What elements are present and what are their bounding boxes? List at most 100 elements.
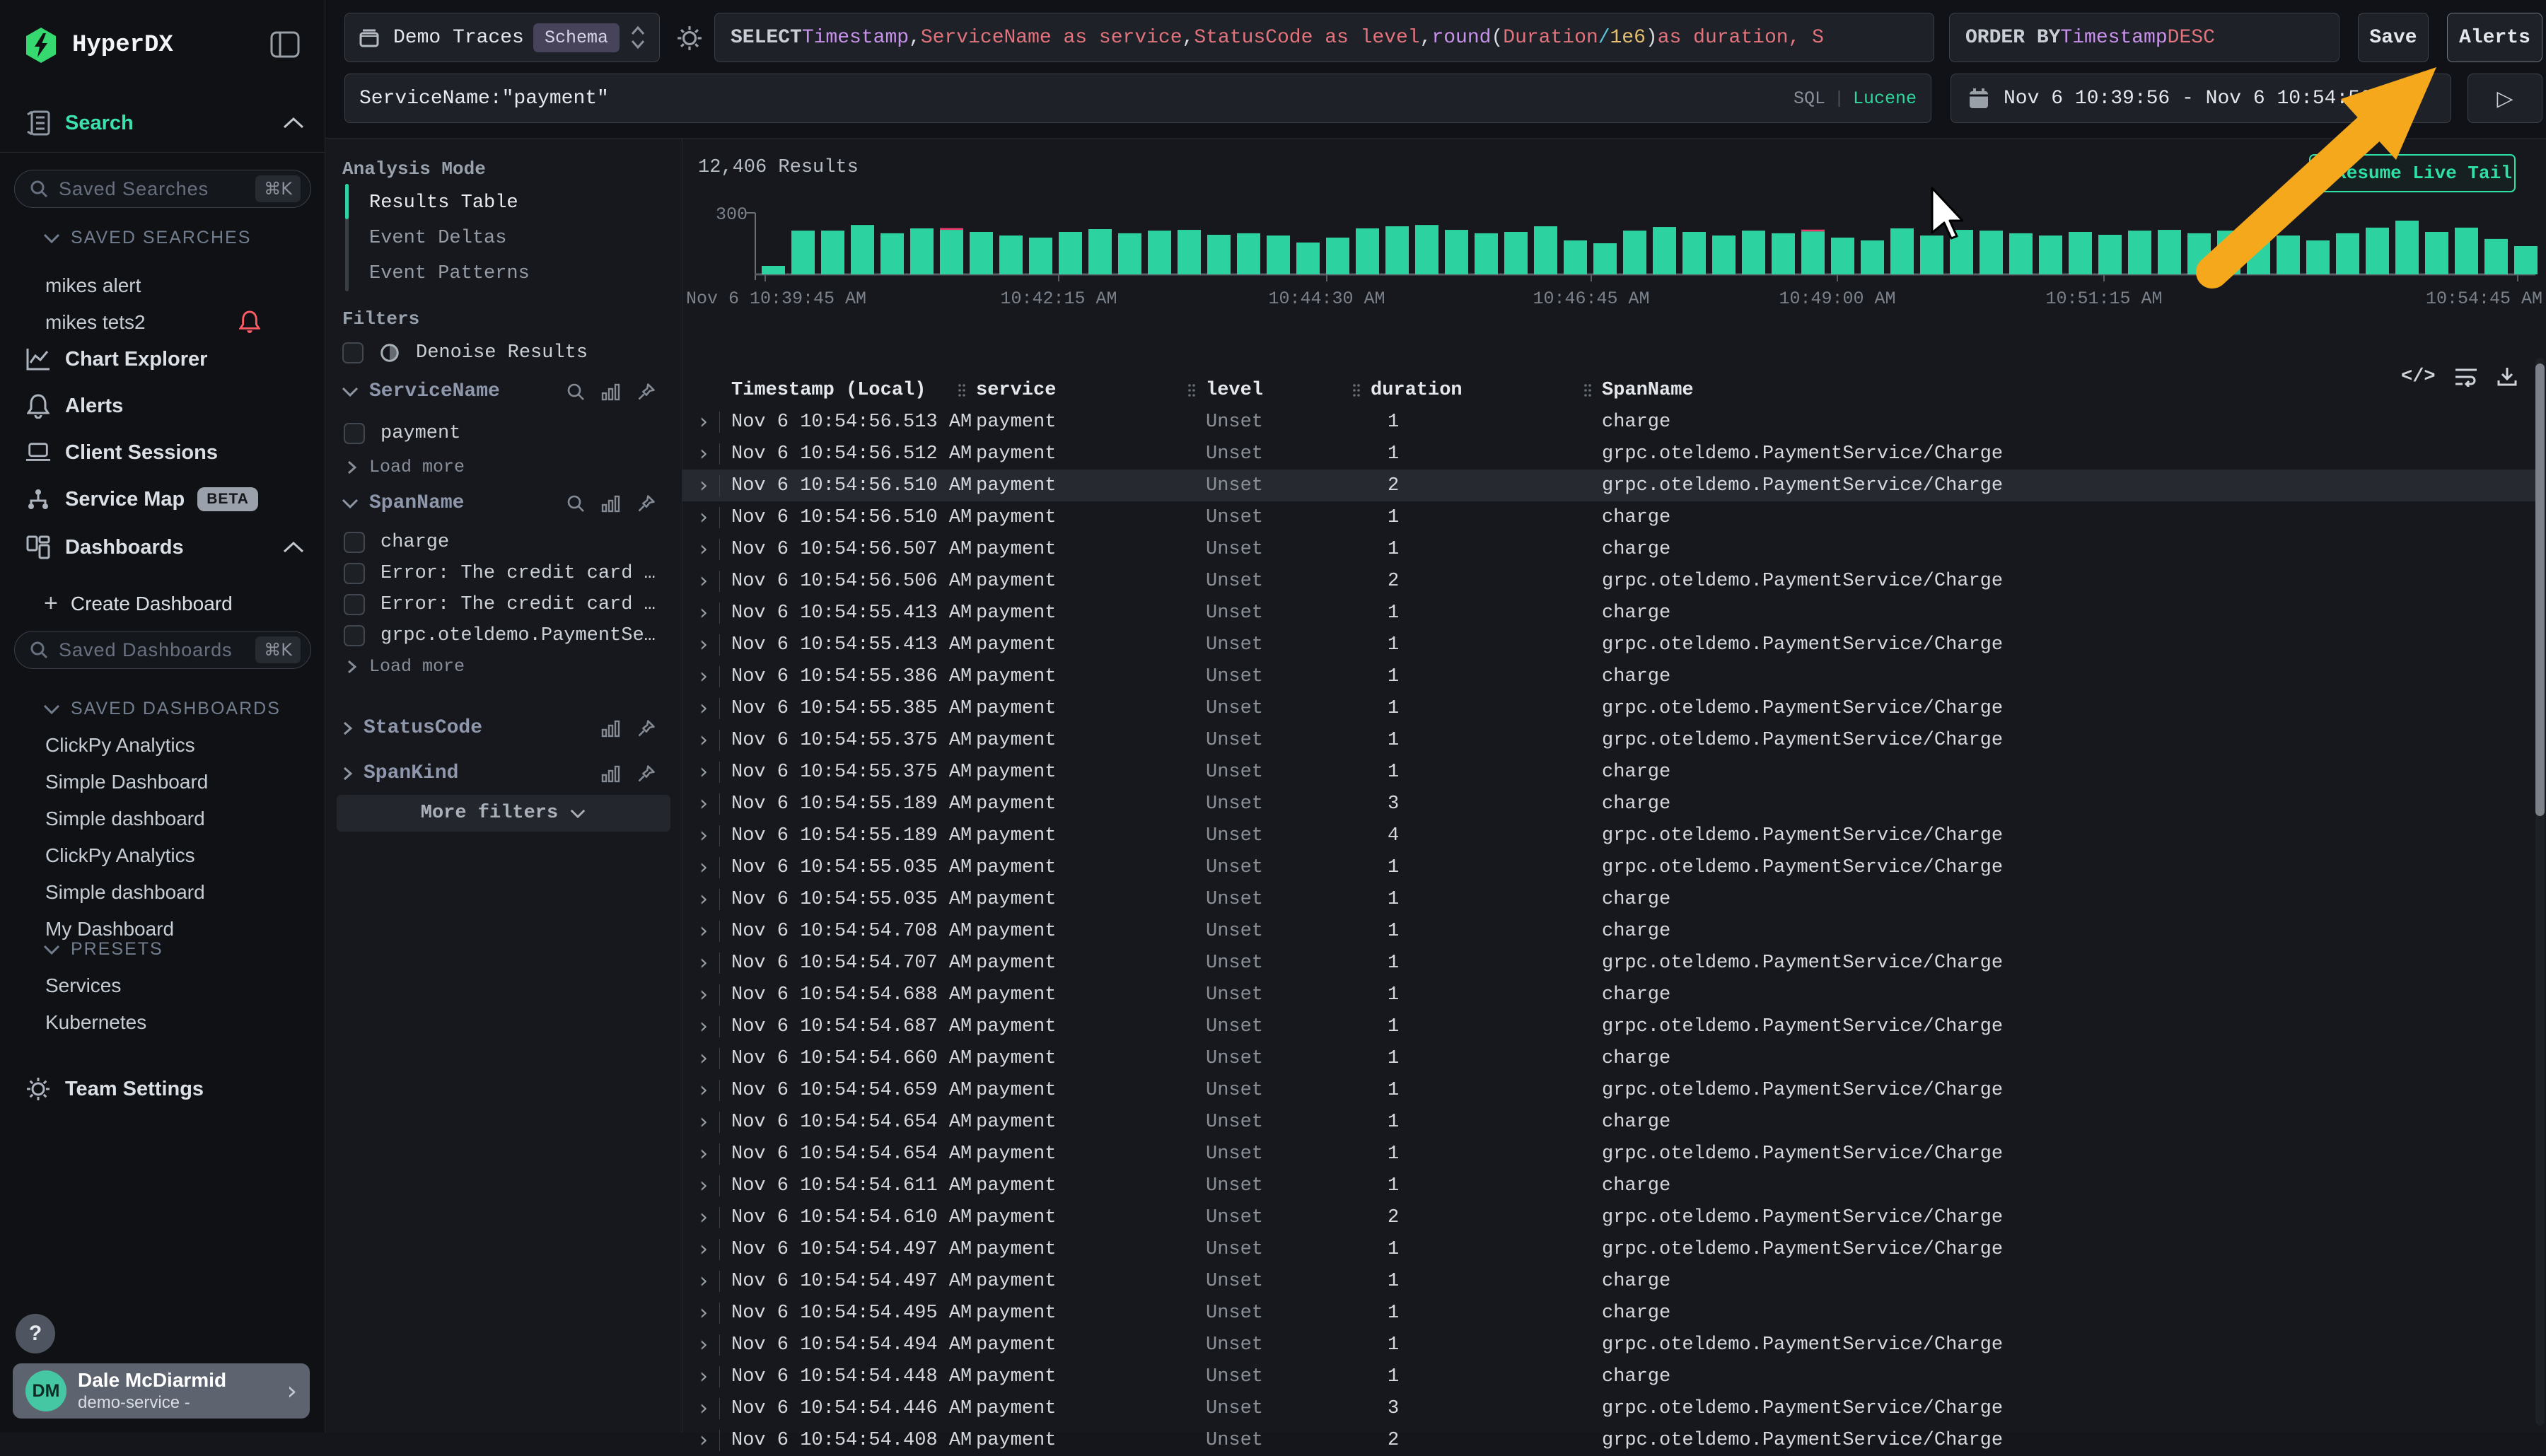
histogram-bar[interactable] (1831, 238, 1854, 274)
row-expand-chevron[interactable]: › (682, 950, 731, 975)
table-row[interactable]: ›Nov 6 10:54:54.495 AMpaymentUnset1charg… (682, 1297, 2535, 1329)
histogram-bar[interactable] (1118, 233, 1141, 274)
checkbox[interactable] (344, 423, 365, 444)
run-query-button[interactable]: ▷ (2467, 74, 2542, 123)
presets-section[interactable]: PRESETS (42, 939, 163, 960)
results-histogram[interactable]: 300Nov 6 10:39:45 AM10:42:15 AM10:44:30 … (682, 201, 2546, 318)
table-row[interactable]: ›Nov 6 10:54:55.413 AMpaymentUnset1charg… (682, 597, 2535, 629)
sidebar-item-service-map[interactable]: Service Map BETA (0, 481, 325, 518)
histogram-bar[interactable] (1296, 243, 1320, 274)
histogram-bar[interactable] (1742, 231, 1765, 274)
histogram-bar[interactable] (1059, 232, 1082, 274)
sidebar-item-search[interactable]: Search (0, 105, 325, 141)
table-row[interactable]: ›Nov 6 10:54:54.659 AMpaymentUnset1grpc.… (682, 1074, 2535, 1106)
histogram-bar[interactable] (1682, 232, 1706, 274)
histogram-bar[interactable] (940, 230, 963, 274)
histogram-bar[interactable] (1772, 233, 1795, 274)
bar-chart-icon[interactable] (601, 494, 621, 513)
row-expand-chevron[interactable]: › (682, 791, 731, 816)
resume-live-tail-button[interactable]: Resume Live Tail (2309, 154, 2516, 192)
chevron-up-icon[interactable] (281, 540, 306, 554)
sidebar-collapse-icon[interactable] (270, 31, 300, 58)
table-row[interactable]: ›Nov 6 10:54:55.375 AMpaymentUnset1grpc.… (682, 724, 2535, 756)
row-expand-chevron[interactable]: › (682, 409, 731, 434)
pin-icon[interactable] (636, 764, 656, 784)
table-row[interactable]: ›Nov 6 10:54:55.035 AMpaymentUnset1charg… (682, 883, 2535, 915)
filter-group-servicename[interactable]: ServiceName (341, 382, 666, 402)
row-expand-chevron[interactable]: › (682, 759, 731, 784)
column-header-level[interactable]: level (1206, 380, 1371, 401)
table-row[interactable]: ›Nov 6 10:54:54.497 AMpaymentUnset1grpc.… (682, 1233, 2535, 1265)
row-expand-chevron[interactable]: › (682, 600, 731, 625)
histogram-bar[interactable] (1267, 235, 1290, 274)
load-more-servicename[interactable]: Load more (345, 458, 465, 476)
sidebar-item-dashboards[interactable]: Dashboards (0, 529, 325, 566)
histogram-bar[interactable] (2336, 233, 2359, 274)
histogram-bar[interactable] (2425, 232, 2448, 274)
histogram-bar[interactable] (2128, 231, 2151, 274)
histogram-bar[interactable] (791, 231, 815, 274)
sidebar-item-chart-explorer[interactable]: Chart Explorer (0, 341, 325, 378)
row-expand-chevron[interactable]: › (682, 1205, 731, 1230)
histogram-bar[interactable] (1326, 238, 1349, 274)
histogram-bar[interactable] (2009, 233, 2033, 274)
row-expand-chevron[interactable]: › (682, 664, 731, 689)
histogram-bar[interactable] (1237, 233, 1260, 274)
checkbox[interactable] (344, 594, 365, 615)
histogram-bar[interactable] (821, 231, 844, 274)
table-row[interactable]: ›Nov 6 10:54:54.610 AMpaymentUnset2grpc.… (682, 1201, 2535, 1233)
bar-chart-icon[interactable] (601, 383, 621, 401)
table-row[interactable]: ›Nov 6 10:54:54.654 AMpaymentUnset1grpc.… (682, 1138, 2535, 1170)
table-row[interactable]: ›Nov 6 10:54:55.385 AMpaymentUnset1grpc.… (682, 692, 2535, 724)
filter-group-spankind[interactable]: SpanKind (341, 764, 666, 784)
saved-search-item[interactable]: mikes tets2 (0, 304, 325, 341)
user-card[interactable]: DM Dale McDiarmid demo-service - › (13, 1363, 310, 1419)
sidebar-item-alerts[interactable]: Alerts (0, 388, 325, 424)
row-expand-chevron[interactable]: › (682, 919, 731, 943)
saved-dashboards-section[interactable]: SAVED DASHBOARDS (42, 699, 281, 719)
create-dashboard-button[interactable]: + Create Dashboard (44, 590, 233, 617)
row-expand-chevron[interactable]: › (682, 1237, 731, 1262)
query-search-input[interactable]: ServiceName:"payment" SQL | Lucene (344, 74, 1931, 123)
saved-search-item[interactable]: mikes alert (0, 267, 325, 304)
checkbox[interactable] (342, 342, 364, 363)
table-row[interactable]: ›Nov 6 10:54:54.408 AMpaymentUnset2grpc.… (682, 1424, 2535, 1456)
saved-dashboard-item[interactable]: Simple dashboard (0, 800, 325, 837)
column-header-duration[interactable]: duration (1371, 380, 1602, 401)
histogram-bar[interactable] (1504, 232, 1528, 274)
table-row[interactable]: ›Nov 6 10:54:55.035 AMpaymentUnset1grpc.… (682, 851, 2535, 883)
sidebar-item-team-settings[interactable]: Team Settings (0, 1071, 325, 1107)
lang-toggle-sql[interactable]: SQL (1794, 88, 1825, 109)
row-expand-chevron[interactable]: › (682, 1046, 731, 1071)
table-row[interactable]: ›Nov 6 10:54:54.707 AMpaymentUnset1grpc.… (682, 947, 2535, 979)
row-expand-chevron[interactable]: › (682, 537, 731, 561)
histogram-bar[interactable] (1475, 233, 1498, 274)
table-row[interactable]: ›Nov 6 10:54:56.513 AMpaymentUnset1charg… (682, 406, 2535, 438)
row-expand-chevron[interactable]: › (682, 473, 731, 498)
alerts-button[interactable]: Alerts (2447, 13, 2542, 62)
table-row[interactable]: ›Nov 6 10:54:55.413 AMpaymentUnset1grpc.… (682, 629, 2535, 660)
histogram-bar[interactable] (1534, 226, 1557, 274)
table-row[interactable]: ›Nov 6 10:54:56.512 AMpaymentUnset1grpc.… (682, 438, 2535, 470)
row-expand-chevron[interactable]: › (682, 1428, 731, 1452)
table-row[interactable]: ›Nov 6 10:54:55.189 AMpaymentUnset3charg… (682, 788, 2535, 820)
lang-toggle-lucene[interactable]: Lucene (1853, 88, 1917, 109)
row-expand-chevron[interactable]: › (682, 632, 731, 657)
table-row[interactable]: ›Nov 6 10:54:54.611 AMpaymentUnset1charg… (682, 1170, 2535, 1201)
mode-results-table[interactable]: Results Table (369, 194, 518, 213)
preset-item[interactable]: Services (0, 967, 325, 1004)
denoise-results-option[interactable]: Denoise Results (342, 342, 588, 363)
table-row[interactable]: ›Nov 6 10:54:56.507 AMpaymentUnset1charg… (682, 533, 2535, 565)
column-header-service[interactable]: service (976, 380, 1206, 401)
saved-searches-input[interactable]: Saved Searches ⌘K (14, 170, 311, 208)
histogram-bar[interactable] (1356, 228, 1379, 274)
table-row[interactable]: ›Nov 6 10:54:56.510 AMpaymentUnset2grpc.… (682, 470, 2535, 501)
histogram-bar[interactable] (2247, 225, 2270, 274)
row-expand-chevron[interactable]: › (682, 569, 731, 593)
saved-dashboard-item[interactable]: ClickPy Analytics (0, 727, 325, 764)
histogram-bar[interactable] (1029, 238, 1052, 274)
date-range-picker[interactable]: Nov 6 10:39:56 - Nov 6 10:54:56 (1951, 74, 2451, 123)
row-expand-chevron[interactable]: › (682, 1364, 731, 1389)
row-expand-chevron[interactable]: › (682, 1173, 731, 1198)
histogram-bar[interactable] (2306, 240, 2330, 274)
